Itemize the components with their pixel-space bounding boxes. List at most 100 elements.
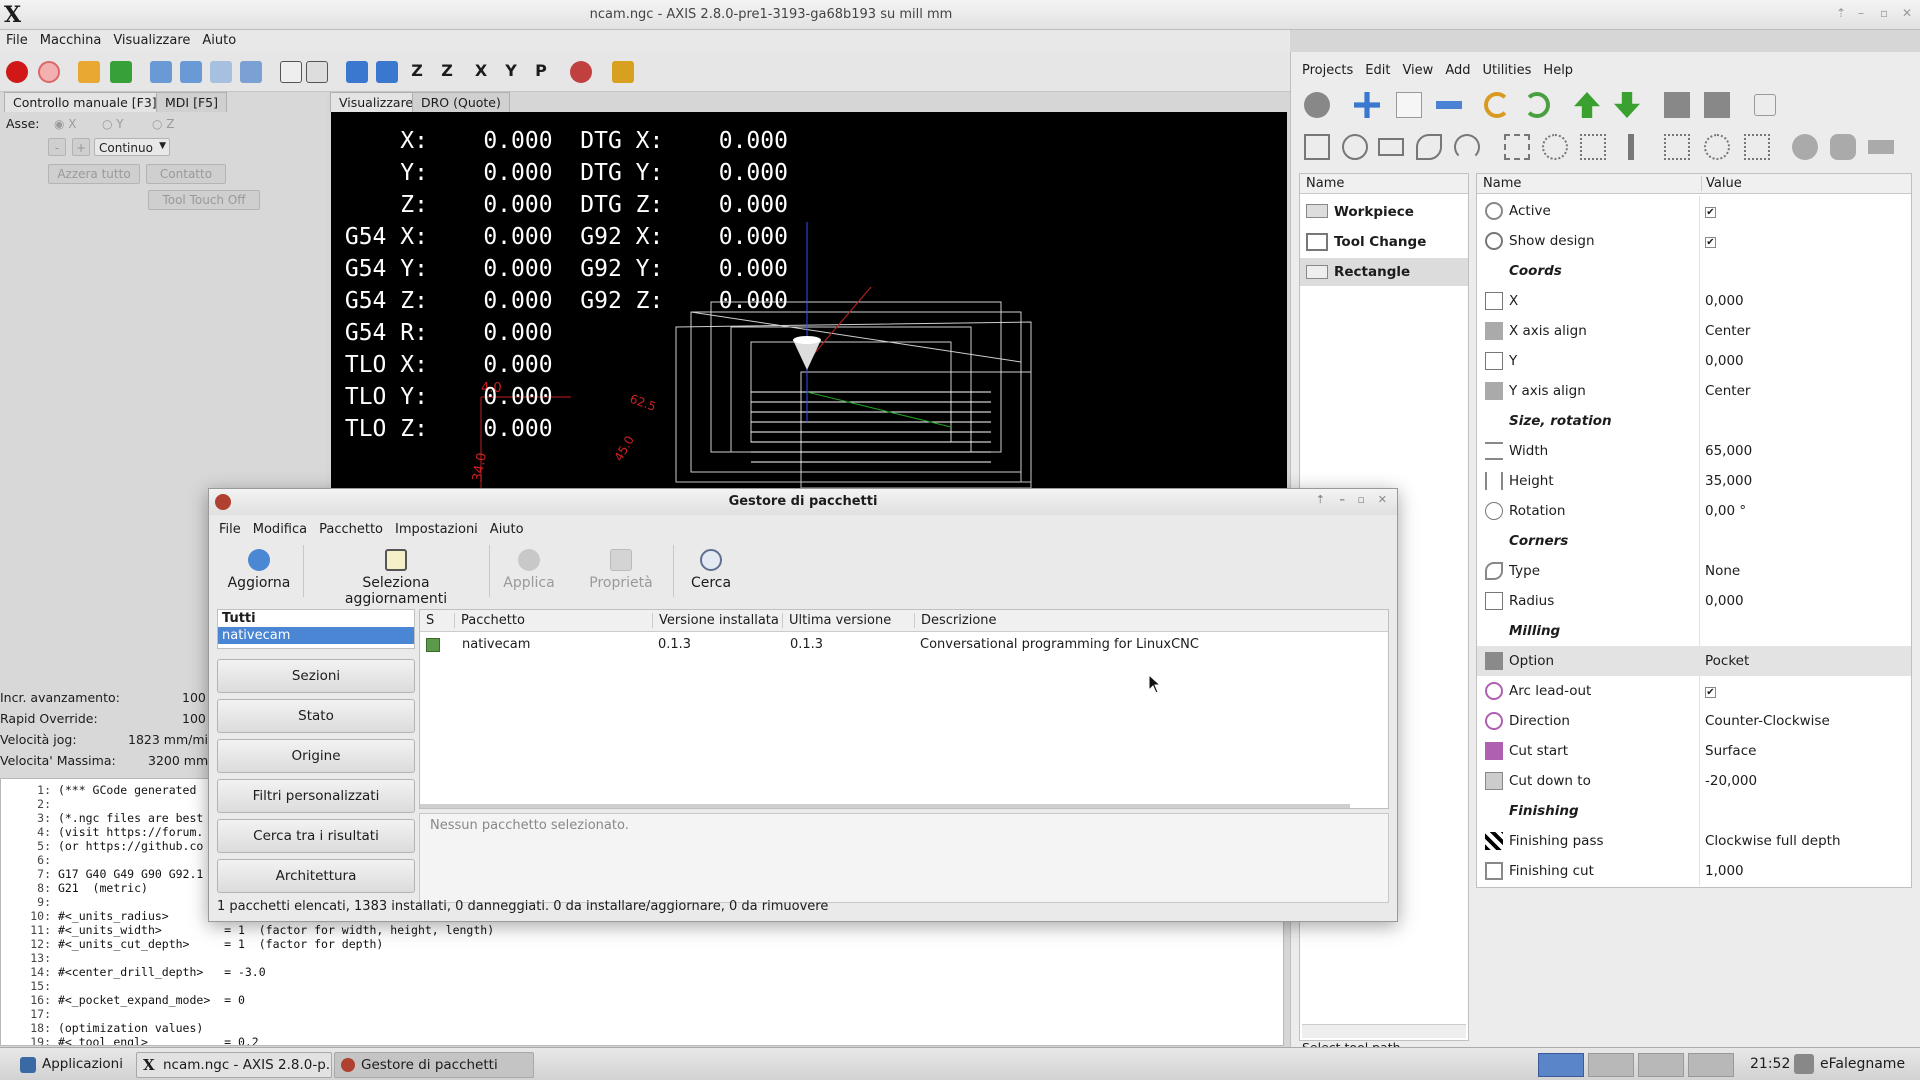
remove-icon[interactable] (1436, 101, 1462, 109)
run-icon[interactable] (150, 61, 172, 83)
dialog-maximize-icon[interactable]: ▫ (1358, 493, 1365, 506)
prop-row[interactable]: Y 0,000 (1477, 346, 1911, 376)
workspace-2[interactable] (1588, 1053, 1634, 1077)
circle-pattern-icon[interactable] (1542, 134, 1568, 160)
menu-visualizzare[interactable]: Visualizzare (107, 30, 196, 51)
clear-plot-icon[interactable] (612, 61, 634, 83)
category-all[interactable]: Tutti (218, 610, 414, 627)
filter-custom-button[interactable]: Filtri personalizzati (217, 779, 415, 813)
tree-item-tool-change[interactable]: Tool Change (1300, 228, 1468, 256)
tab-mdi[interactable]: MDI [F5] (156, 92, 227, 112)
arc-icon[interactable] (1454, 134, 1480, 160)
dialog-close-icon[interactable]: ✕ (1378, 493, 1387, 506)
mill-icon[interactable] (1830, 134, 1856, 160)
installed-status-icon[interactable] (426, 638, 440, 652)
collapse-icon[interactable] (1754, 94, 1776, 116)
tree-item-rectangle[interactable]: Rectangle (1300, 258, 1468, 286)
search-button[interactable]: Cerca (681, 549, 741, 591)
pause-icon[interactable] (210, 61, 232, 83)
dialog-shade-icon[interactable]: ⇡ (1316, 493, 1325, 506)
filter-sections-button[interactable]: Sezioni (217, 659, 415, 693)
prop-value[interactable]: 65,000 (1705, 443, 1752, 459)
menu-file[interactable]: File (0, 30, 34, 51)
applications-menu[interactable]: Applicazioni (16, 1052, 132, 1078)
prop-value[interactable]: 0,000 (1705, 293, 1744, 309)
estop-icon[interactable] (6, 61, 28, 83)
jog-mode-select[interactable]: Continuo ▼ (94, 138, 170, 156)
view-z-icon[interactable]: Z (406, 61, 428, 83)
gcode-line[interactable]: 16: #<_pocket_expand_mode> = 0 (1, 993, 1283, 1007)
indent-icon[interactable] (1664, 92, 1690, 118)
menu-macchina[interactable]: Macchina (34, 30, 108, 51)
task-axis[interactable]: Xncam.ngc - AXIS 2.8.0-p... (136, 1052, 332, 1078)
package-table-scrollbar[interactable] (420, 804, 1350, 808)
grid-pattern-icon[interactable] (1580, 134, 1606, 160)
col-status[interactable]: S (426, 613, 446, 628)
zoom-in-icon[interactable] (346, 61, 368, 83)
category-nativecam[interactable]: nativecam (218, 627, 414, 644)
menu-utilities[interactable]: Utilities (1476, 60, 1537, 81)
gcode-line[interactable]: 15: (1, 979, 1283, 993)
settings-icon[interactable] (1304, 92, 1330, 118)
gcode-line[interactable]: 17: (1, 1007, 1283, 1021)
drill-circle-icon[interactable] (1704, 134, 1730, 160)
gcode-line[interactable]: 14: #<center_drill_depth> = -3.0 (1, 965, 1283, 979)
jog-plus-button[interactable]: + (72, 138, 90, 156)
prop-value[interactable]: Clockwise full depth (1705, 833, 1841, 849)
col-installed[interactable]: Versione installata (652, 613, 782, 628)
menu-view[interactable]: View (1396, 60, 1439, 81)
dmenu-aiuto[interactable]: Aiuto (484, 519, 530, 540)
surface-icon[interactable] (1868, 140, 1894, 154)
pocket-icon[interactable] (1504, 134, 1530, 160)
undo-icon[interactable] (1484, 92, 1510, 118)
view-z2-icon[interactable]: Z (436, 61, 458, 83)
axis-radio-x[interactable]: ◉ X (54, 117, 77, 131)
prop-row[interactable]: Option Pocket (1477, 646, 1911, 676)
prop-value[interactable]: None (1705, 563, 1740, 579)
gcode-line[interactable]: 19: #<_tool_engl> = 0.2 (1, 1035, 1283, 1045)
jog-minus-button[interactable]: - (48, 138, 66, 156)
optional-stop-icon[interactable] (306, 61, 328, 83)
rotate-icon[interactable] (570, 61, 592, 83)
prop-checkbox[interactable]: ✔ (1705, 687, 1716, 698)
col-package[interactable]: Pacchetto (454, 613, 644, 628)
filter-architecture-button[interactable]: Architettura (217, 859, 415, 893)
mark-upgrades-button[interactable]: Seleziona aggiornamenti (313, 549, 479, 607)
package-row[interactable]: nativecam 0.1.3 0.1.3 Conversational pro… (420, 634, 1388, 656)
close-icon[interactable]: ✕ (1902, 6, 1912, 20)
col-description[interactable]: Descrizione (914, 613, 1384, 628)
prop-checkbox[interactable]: ✔ (1705, 207, 1716, 218)
axis-radio-z[interactable]: ○ Z (152, 117, 175, 131)
prop-row[interactable]: Cut down to -20,000 (1477, 766, 1911, 796)
duplicate-icon[interactable] (1396, 92, 1422, 118)
dmenu-file[interactable]: File (213, 519, 247, 540)
prop-value[interactable]: 0,000 (1705, 353, 1744, 369)
tree-item-workpiece[interactable]: Workpiece (1300, 198, 1468, 226)
gcode-line[interactable]: 13: (1, 951, 1283, 965)
block-delete-icon[interactable] (280, 61, 302, 83)
gcode-line[interactable]: 18: (optimization values) (1, 1021, 1283, 1035)
gcode-line[interactable]: 12: #<_units_cut_depth> = 1 (factor for … (1, 937, 1283, 951)
dmenu-pacchetto[interactable]: Pacchetto (313, 519, 389, 540)
task-package-manager[interactable]: Gestore di pacchetti (334, 1052, 534, 1078)
filter-status-button[interactable]: Stato (217, 699, 415, 733)
prop-row[interactable]: Arc lead-out ✔ (1477, 676, 1911, 706)
engrave-icon[interactable] (1792, 134, 1818, 160)
view-x-icon[interactable]: X (470, 61, 492, 83)
prop-value[interactable]: Center (1705, 383, 1750, 399)
gcode-line[interactable]: 11: #<_units_width> = 1 (factor for widt… (1, 923, 1283, 937)
open-file-icon[interactable] (78, 61, 100, 83)
dialog-minimize-icon[interactable]: – (1340, 493, 1346, 506)
axis-radio-y[interactable]: ○ Y (102, 117, 124, 131)
workspace-4[interactable] (1688, 1053, 1734, 1077)
shade-icon[interactable]: ⇡ (1836, 6, 1846, 20)
menu-aiuto[interactable]: Aiuto (196, 30, 242, 51)
prop-value[interactable]: 1,000 (1705, 863, 1744, 879)
rectangle-icon[interactable] (1378, 138, 1404, 156)
slot-icon[interactable] (1416, 134, 1442, 160)
drill-icon[interactable] (1628, 134, 1634, 160)
prop-value[interactable]: 35,000 (1705, 473, 1752, 489)
prop-value[interactable]: Counter-Clockwise (1705, 713, 1830, 729)
prop-value[interactable]: Pocket (1705, 653, 1749, 669)
prop-row[interactable]: Radius 0,000 (1477, 586, 1911, 616)
